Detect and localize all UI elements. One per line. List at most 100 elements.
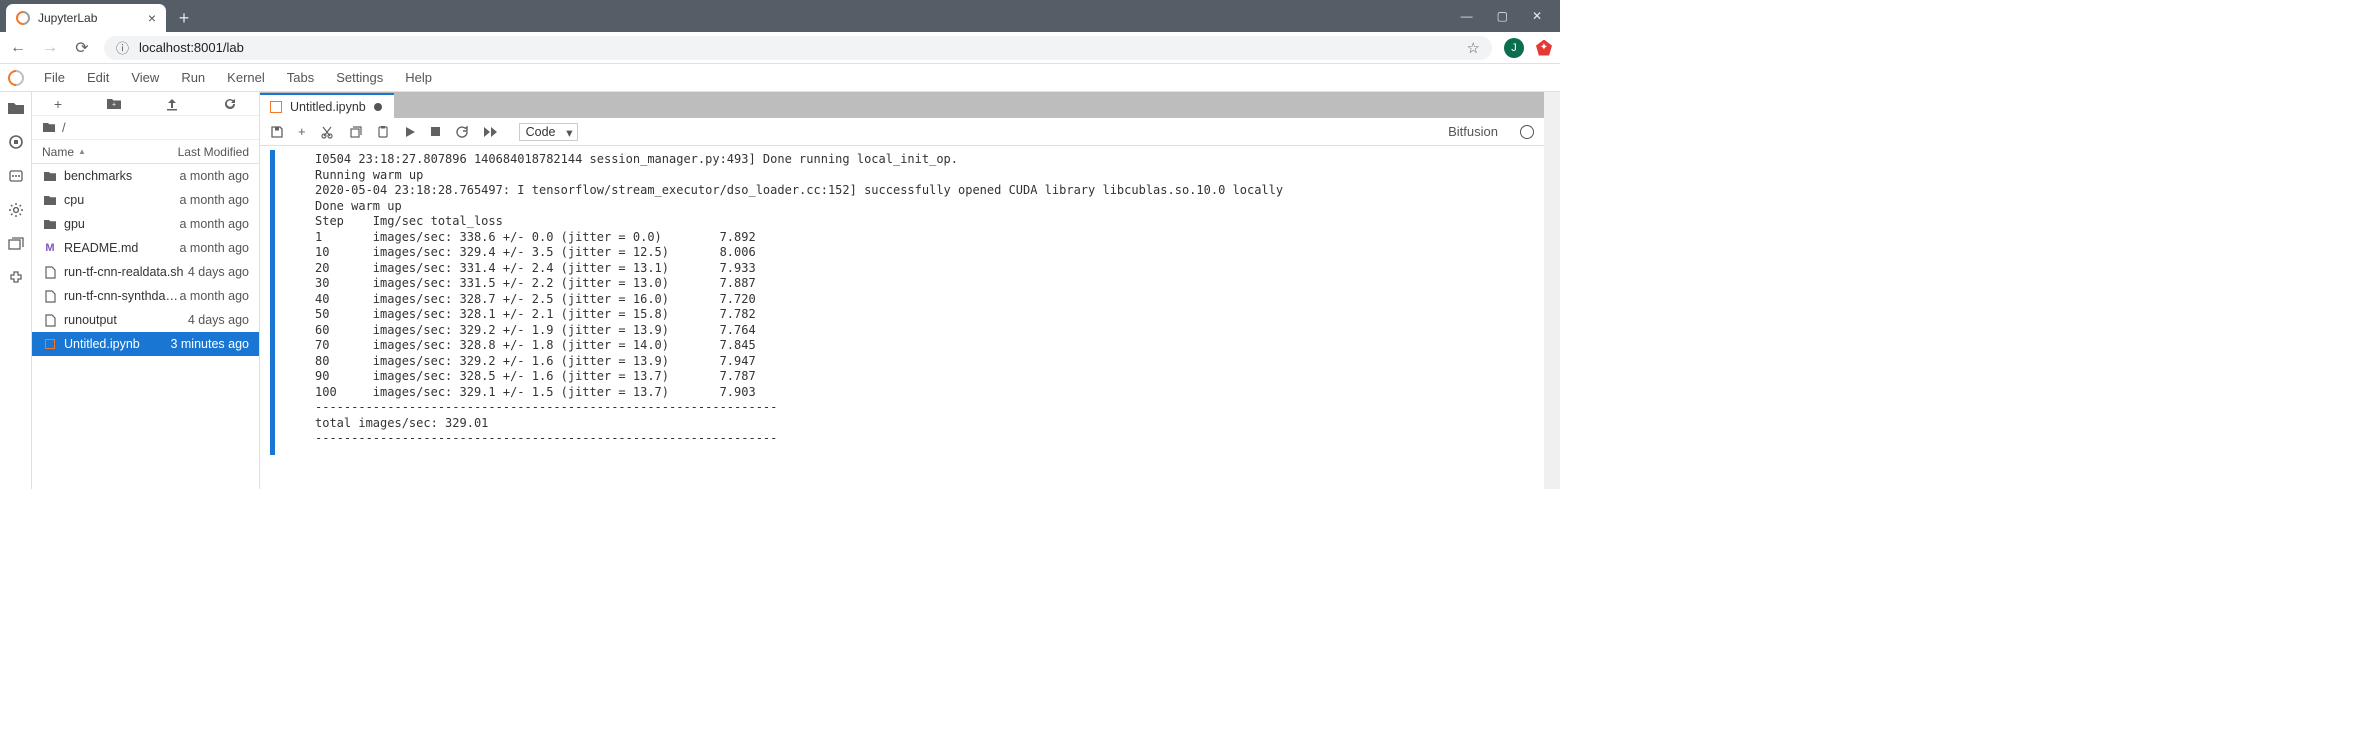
file-row[interactable]: cpua month ago <box>32 188 259 212</box>
insert-cell-icon[interactable]: + <box>298 124 306 139</box>
jupyter-menubar: File Edit View Run Kernel Tabs Settings … <box>0 64 1560 92</box>
menu-view[interactable]: View <box>121 66 169 89</box>
filebrowser-tab-icon[interactable] <box>6 98 26 118</box>
menu-run[interactable]: Run <box>171 66 215 89</box>
run-cell-icon[interactable] <box>404 126 416 138</box>
file-modified: a month ago <box>180 193 250 207</box>
open-tabs-icon[interactable] <box>6 234 26 254</box>
output-cell[interactable]: I0504 23:18:27.807896 140684018782144 se… <box>270 150 1534 455</box>
close-tab-icon[interactable]: × <box>148 10 156 26</box>
folder-icon <box>42 195 58 206</box>
breadcrumb-path: / <box>62 120 66 135</box>
url-text: localhost:8001/lab <box>139 40 244 55</box>
file-name: run-tf-cnn-synthdata.sh <box>64 289 180 303</box>
notebook-tab-label: Untitled.ipynb <box>290 100 366 114</box>
menu-help[interactable]: Help <box>395 66 442 89</box>
close-window-icon[interactable]: ✕ <box>1532 9 1542 23</box>
col-modified-label: Last Modified <box>178 145 249 159</box>
file-name: Untitled.ipynb <box>64 337 170 351</box>
browser-tab-title: JupyterLab <box>38 11 97 25</box>
kernel-status-icon <box>1520 125 1534 139</box>
new-launcher-icon[interactable]: + <box>54 96 62 112</box>
folder-icon <box>42 171 58 182</box>
svg-text:+: + <box>112 101 116 108</box>
extension-icon[interactable]: ✦ <box>1536 40 1552 56</box>
back-button[interactable]: ← <box>8 39 28 57</box>
file-row[interactable]: gpua month ago <box>32 212 259 236</box>
cell-type-value: Code <box>526 125 556 139</box>
file-name: runoutput <box>64 313 188 327</box>
copy-cell-icon[interactable] <box>348 125 362 139</box>
kernel-name[interactable]: Bitfusion <box>1448 124 1498 139</box>
notebook-tab[interactable]: Untitled.ipynb <box>260 93 394 118</box>
browser-tab-strip: JupyterLab × + — ▢ ✕ <box>0 0 1560 32</box>
bookmark-icon[interactable]: ☆ <box>1467 39 1480 57</box>
document-tab-strip: Untitled.ipynb <box>260 92 1544 118</box>
reload-button[interactable]: ⟳ <box>72 38 92 58</box>
minimize-icon[interactable]: — <box>1461 9 1473 23</box>
cell-type-select[interactable]: Code <box>519 123 579 141</box>
menu-kernel[interactable]: Kernel <box>217 66 275 89</box>
file-modified: 4 days ago <box>188 265 249 279</box>
file-icon <box>42 290 58 303</box>
browser-tab[interactable]: JupyterLab × <box>6 4 166 32</box>
menu-file[interactable]: File <box>34 66 75 89</box>
menu-tabs[interactable]: Tabs <box>277 66 324 89</box>
file-row[interactable]: run-tf-cnn-realdata.sh4 days ago <box>32 260 259 284</box>
file-modified: 3 minutes ago <box>170 337 249 351</box>
file-name: cpu <box>64 193 180 207</box>
markdown-icon: M <box>42 242 58 254</box>
file-row[interactable]: run-tf-cnn-synthdata.sha month ago <box>32 284 259 308</box>
cell-output: I0504 23:18:27.807896 140684018782144 se… <box>275 152 1534 447</box>
new-tab-button[interactable]: + <box>170 4 198 32</box>
notebook-content[interactable]: I0504 23:18:27.807896 140684018782144 se… <box>260 146 1544 489</box>
file-name: run-tf-cnn-realdata.sh <box>64 265 188 279</box>
file-row[interactable]: Untitled.ipynb3 minutes ago <box>32 332 259 356</box>
work-area: Untitled.ipynb + <box>260 92 1544 489</box>
commands-tab-icon[interactable] <box>6 166 26 186</box>
file-list-header[interactable]: Name ▲ Last Modified <box>32 140 259 164</box>
file-row[interactable]: benchmarksa month ago <box>32 164 259 188</box>
filebrowser-toolbar: + + <box>32 92 259 116</box>
file-name: README.md <box>64 241 180 255</box>
notebook-toolbar: + <box>260 118 1544 146</box>
save-icon[interactable] <box>270 125 284 139</box>
restart-run-all-icon[interactable] <box>483 126 499 138</box>
jupyter-logo-icon <box>5 66 28 89</box>
notebook-icon <box>42 339 58 349</box>
upload-icon[interactable] <box>165 97 179 111</box>
scrollbar[interactable] <box>1544 92 1560 489</box>
maximize-icon[interactable]: ▢ <box>1497 9 1508 23</box>
extension-manager-icon[interactable] <box>6 268 26 288</box>
file-icon <box>42 314 58 327</box>
file-modified: a month ago <box>180 169 250 183</box>
file-modified: 4 days ago <box>188 313 249 327</box>
new-folder-icon[interactable]: + <box>106 98 122 110</box>
url-field[interactable]: ⓘ localhost:8001/lab ☆ <box>104 36 1492 60</box>
address-bar: ← → ⟳ ⓘ localhost:8001/lab ☆ J ✦ <box>0 32 1560 64</box>
file-browser: + + / Name ▲ Last Modif <box>32 92 260 489</box>
jupyter-favicon-icon <box>13 8 33 28</box>
paste-cell-icon[interactable] <box>376 125 390 139</box>
file-row[interactable]: MREADME.mda month ago <box>32 236 259 260</box>
activity-bar <box>0 92 32 489</box>
forward-button[interactable]: → <box>40 39 60 57</box>
file-row[interactable]: runoutput4 days ago <box>32 308 259 332</box>
file-icon <box>42 266 58 279</box>
interrupt-kernel-icon[interactable] <box>430 126 441 137</box>
file-list: benchmarksa month agocpua month agogpua … <box>32 164 259 489</box>
site-info-icon[interactable]: ⓘ <box>116 38 129 57</box>
profile-avatar[interactable]: J <box>1504 38 1524 58</box>
refresh-icon[interactable] <box>223 97 237 111</box>
breadcrumb[interactable]: / <box>32 116 259 140</box>
settings-tab-icon[interactable] <box>6 200 26 220</box>
menu-edit[interactable]: Edit <box>77 66 119 89</box>
running-tab-icon[interactable] <box>6 132 26 152</box>
folder-icon <box>42 219 58 230</box>
cut-cell-icon[interactable] <box>320 125 334 139</box>
file-name: gpu <box>64 217 180 231</box>
window-controls: — ▢ ✕ <box>1461 0 1560 32</box>
file-name: benchmarks <box>64 169 180 183</box>
restart-kernel-icon[interactable] <box>455 125 469 139</box>
menu-settings[interactable]: Settings <box>326 66 393 89</box>
